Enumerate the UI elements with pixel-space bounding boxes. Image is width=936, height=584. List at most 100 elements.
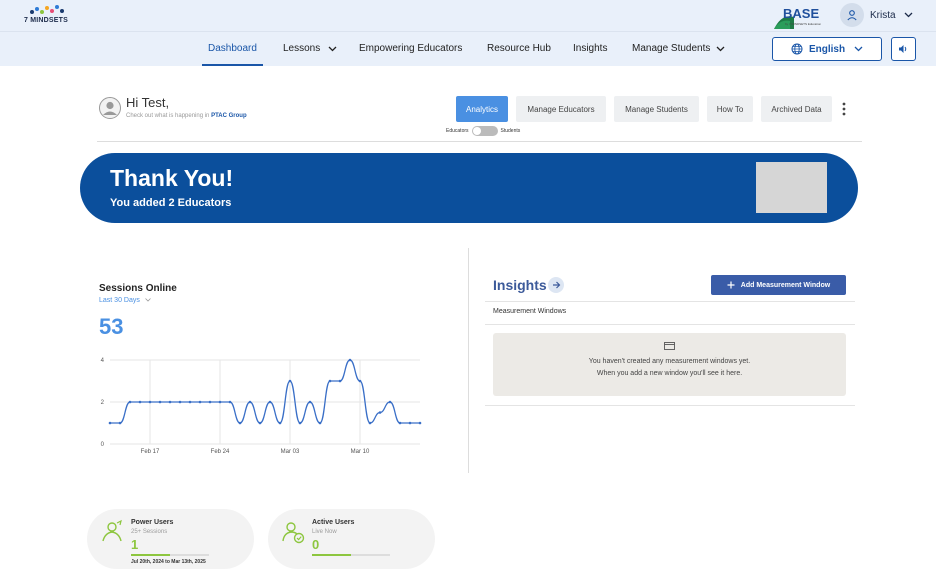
brand-logo[interactable]: 7 MINDSETS xyxy=(24,4,68,24)
section-divider xyxy=(468,248,469,473)
nav-dashboard[interactable]: Dashboard xyxy=(208,43,257,54)
nav-lessons[interactable]: Lessons xyxy=(283,43,337,54)
data-point xyxy=(238,421,242,425)
y-tick-label: 2 xyxy=(101,400,105,406)
data-point xyxy=(378,411,382,414)
language-select[interactable]: English xyxy=(772,37,882,61)
tab-manage-students[interactable]: Manage Students xyxy=(614,96,699,122)
empty-state-box: You haven't created any measurement wind… xyxy=(493,333,846,396)
power-users-value: 1 xyxy=(131,537,139,552)
data-point xyxy=(208,400,212,404)
educator-student-toggle: Educators Students xyxy=(446,126,520,136)
nav-resource-label: Resource Hub xyxy=(487,43,551,54)
user-name: Krista xyxy=(870,9,896,21)
power-users-progress xyxy=(131,554,209,556)
chevron-down-icon xyxy=(854,46,863,52)
nav-empowering-educators[interactable]: Empowering Educators xyxy=(359,43,462,54)
y-tick-label: 0 xyxy=(101,442,105,448)
data-point xyxy=(328,379,332,383)
toggle-label-educators: Educators xyxy=(446,128,469,134)
add-measurement-window-button[interactable]: Add Measurement Window xyxy=(711,275,846,295)
data-point xyxy=(298,421,302,425)
product-name: BASE xyxy=(783,6,819,21)
data-point xyxy=(108,421,112,425)
data-point xyxy=(128,400,132,404)
banner-title: Thank You! xyxy=(110,165,234,191)
nav-insights[interactable]: Insights xyxy=(573,43,607,54)
text-to-speech-button[interactable] xyxy=(891,37,916,61)
x-tick-label: Mar 10 xyxy=(351,449,370,455)
nav-dashboard-label: Dashboard xyxy=(208,43,257,54)
tab-manage-educators[interactable]: Manage Educators xyxy=(516,96,606,122)
sessions-title: Sessions Online xyxy=(99,283,177,294)
sessions-period-select[interactable]: Last 30 Days xyxy=(99,297,151,304)
insights-title[interactable]: Insights xyxy=(493,277,547,293)
toggle-switch[interactable] xyxy=(471,126,498,136)
chevron-down-icon xyxy=(716,46,725,51)
add-measurement-window-label: Add Measurement Window xyxy=(740,281,831,289)
data-point xyxy=(268,400,272,404)
data-point xyxy=(338,379,342,383)
sessions-count: 53 xyxy=(99,314,124,339)
power-users-title: Power Users xyxy=(131,519,174,526)
x-tick-label: Feb 24 xyxy=(211,449,230,455)
greeting-subtitle: Check out what is happening in PTAC Grou… xyxy=(126,113,247,119)
header-divider xyxy=(97,141,862,142)
x-tick-label: Mar 03 xyxy=(281,449,300,455)
data-point xyxy=(418,421,422,425)
data-point xyxy=(118,421,122,425)
data-point xyxy=(138,400,142,404)
chevron-down-icon xyxy=(328,46,337,51)
user-icon xyxy=(847,10,857,21)
greeting-subtitle-text: Check out what is happening in xyxy=(126,113,210,119)
data-point xyxy=(178,400,182,404)
insights-divider xyxy=(485,324,855,325)
data-point xyxy=(278,421,282,425)
greeting-title: Hi Test, xyxy=(126,95,170,110)
data-point xyxy=(368,421,372,425)
active-user-icon xyxy=(282,522,305,544)
data-point xyxy=(318,421,322,425)
base-logo-icon: BASE by 7 MINDSETS Education xyxy=(774,6,822,29)
more-options-icon[interactable] xyxy=(842,102,846,116)
product-sub: by 7 MINDSETS Education xyxy=(785,22,822,26)
active-users-card: Active Users Live Now 0 xyxy=(268,509,435,569)
insights-divider xyxy=(485,405,855,406)
power-users-date-range: Jul 20th, 2024 to Mar 13th, 2025 xyxy=(131,559,206,565)
sessions-line xyxy=(110,359,420,424)
nav-resource-hub[interactable]: Resource Hub xyxy=(487,43,551,54)
globe-icon xyxy=(791,43,803,55)
data-point xyxy=(398,421,402,425)
empty-state-line1: You haven't created any measurement wind… xyxy=(588,358,751,365)
chart-x-ticks: Feb 17 Feb 24 Mar 03 Mar 10 xyxy=(141,449,370,455)
data-point xyxy=(248,400,252,404)
nav-manage-students[interactable]: Manage Students xyxy=(632,43,725,54)
tab-how-to[interactable]: How To xyxy=(707,96,753,122)
insights-arrow-button[interactable] xyxy=(548,277,564,293)
empty-state-line2: When you add a new window you'll see it … xyxy=(596,370,743,377)
active-users-sub: Live Now xyxy=(312,529,337,535)
empty-window-icon xyxy=(664,342,675,350)
active-users-value: 0 xyxy=(312,537,320,552)
data-point xyxy=(148,400,152,404)
thank-you-banner: Thank You! You added 2 Educators xyxy=(80,153,858,223)
top-bar: 7 MINDSETS BASE by 7 MINDSETS Education … xyxy=(0,0,936,31)
profile-avatar-icon xyxy=(99,97,121,119)
tab-analytics[interactable]: Analytics xyxy=(456,96,508,122)
chart-y-ticks: 0 2 4 xyxy=(101,358,105,448)
tab-archived-data[interactable]: Archived Data xyxy=(761,96,832,122)
data-point xyxy=(168,400,172,404)
chevron-down-icon xyxy=(904,12,913,18)
toggle-label-students: Students xyxy=(500,128,521,134)
sessions-chart: 0 2 4 Feb 17 Feb 24 Mar 03 Mar 10 xyxy=(101,358,422,455)
nav-manage-students-label: Manage Students xyxy=(632,43,711,54)
active-users-progress xyxy=(312,554,390,556)
data-point xyxy=(158,400,162,404)
data-point xyxy=(408,421,412,425)
avatar xyxy=(840,3,864,27)
data-point xyxy=(308,400,312,404)
user-menu[interactable]: Krista xyxy=(840,3,913,27)
chevron-down-icon xyxy=(145,298,151,302)
main-nav: Dashboard Lessons Empowering Educators R… xyxy=(0,31,936,66)
group-name: PTAC Group xyxy=(211,113,247,119)
